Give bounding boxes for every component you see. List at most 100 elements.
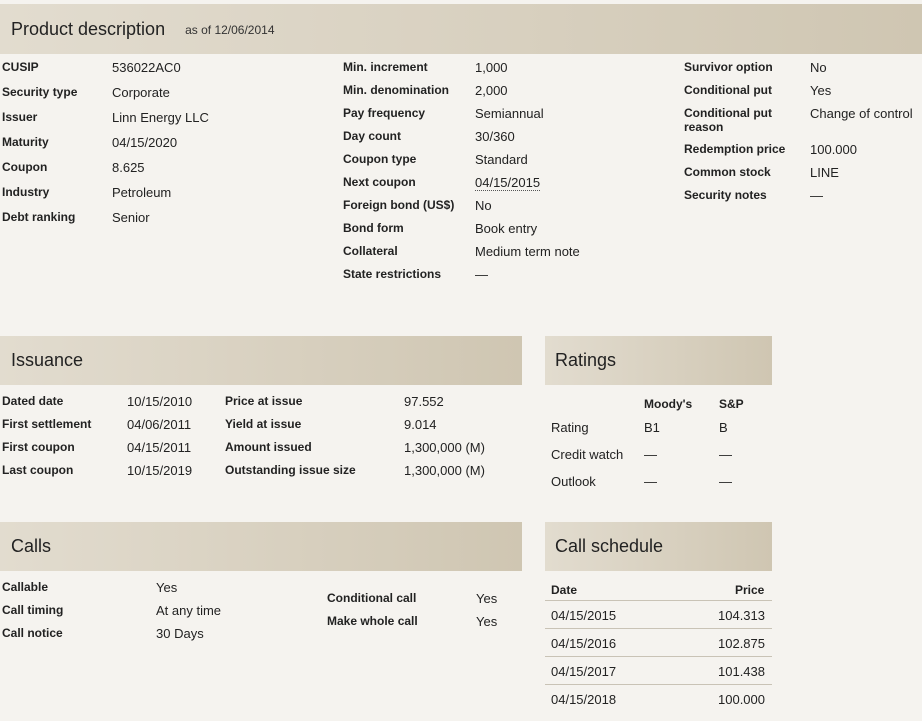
min-denomination-label: Min. denomination <box>343 83 449 97</box>
maturity-value: 04/15/2020 <box>112 135 178 150</box>
schedule-row-divider <box>545 656 772 657</box>
last-coupon-value: 10/15/2019 <box>127 463 193 478</box>
common-stock-value: LINE <box>810 165 839 180</box>
common-stock-label: Common stock <box>684 165 771 179</box>
conditional-put-value: Yes <box>810 83 832 98</box>
foreign-bond-value: No <box>475 198 492 213</box>
outstanding-issue-size-value: 1,300,000 (M) <box>404 463 485 478</box>
foreign-bond-label: Foreign bond (US$) <box>343 198 455 212</box>
coupon-type-value: Standard <box>475 152 528 167</box>
survivor-option-label: Survivor option <box>684 60 773 74</box>
min-increment-label: Min. increment <box>343 60 428 74</box>
cusip-label: CUSIP <box>2 60 39 74</box>
coupon-label: Coupon <box>2 160 48 174</box>
credit-watch-row-label: Credit watch <box>551 447 624 462</box>
industry-label: Industry <box>2 185 50 199</box>
schedule-row-divider <box>545 600 772 601</box>
first-settlement-value: 04/06/2011 <box>127 417 192 432</box>
ratings-title: Ratings <box>555 350 617 370</box>
schedule-row-divider <box>545 684 772 685</box>
callable-value: Yes <box>156 580 178 595</box>
dated-date-value: 10/15/2010 <box>127 394 193 409</box>
day-count-value: 30/360 <box>475 129 515 144</box>
pay-frequency-value: Semiannual <box>475 106 544 121</box>
schedule-row-price: 104.313 <box>718 608 765 623</box>
sp-column-header: S&P <box>719 397 744 411</box>
dated-date-label: Dated date <box>2 394 64 408</box>
amount-issued-value: 1,300,000 (M) <box>404 440 485 455</box>
outlook-row-label: Outlook <box>551 474 596 489</box>
next-coupon-label: Next coupon <box>343 175 416 189</box>
state-restrictions-value: — <box>475 267 488 282</box>
next-coupon-link[interactable]: 04/15/2015 <box>475 175 541 191</box>
rating-moodys-value: B1 <box>644 420 660 435</box>
credit-watch-sp-value: — <box>719 447 732 462</box>
call-timing-label: Call timing <box>2 603 64 617</box>
callable-label: Callable <box>2 580 49 594</box>
conditional-put-label: Conditional put <box>684 83 772 97</box>
moodys-column-header: Moody's <box>644 397 693 411</box>
schedule-date-column-header: Date <box>551 583 578 597</box>
rating-sp-value: B <box>719 420 728 435</box>
product-description-header: Product description as of 12/06/2014 <box>0 4 922 54</box>
conditional-call-value: Yes <box>476 591 498 606</box>
yield-at-issue-value: 9.014 <box>404 417 437 432</box>
call-timing-value: At any time <box>156 603 222 618</box>
ratings-header: Ratings <box>545 336 772 385</box>
schedule-row-price: 102.875 <box>718 636 765 651</box>
first-coupon-value: 04/15/2011 <box>127 440 192 455</box>
outlook-sp-value: — <box>719 474 732 489</box>
last-coupon-label: Last coupon <box>2 463 74 477</box>
bond-form-label: Bond form <box>343 221 404 235</box>
call-notice-value: 30 Days <box>156 626 204 641</box>
schedule-row-divider <box>545 628 772 629</box>
security-type-label: Security type <box>2 85 78 99</box>
maturity-label: Maturity <box>2 135 49 149</box>
schedule-row-date: 04/15/2015 <box>551 608 617 623</box>
credit-watch-moodys-value: — <box>644 447 657 462</box>
call-notice-label: Call notice <box>2 626 63 640</box>
calls-title: Calls <box>11 536 52 556</box>
issuance-title: Issuance <box>11 350 84 370</box>
schedule-row-date: 04/15/2018 <box>551 692 617 707</box>
security-notes-value: — <box>810 188 823 203</box>
state-restrictions-label: State restrictions <box>343 267 442 281</box>
security-type-value: Corporate <box>112 85 170 100</box>
collateral-label: Collateral <box>343 244 398 258</box>
bond-form-value: Book entry <box>475 221 538 236</box>
schedule-row-date: 04/15/2016 <box>551 636 617 651</box>
calls-header: Calls <box>0 522 522 571</box>
industry-value: Petroleum <box>112 185 172 200</box>
coupon-type-label: Coupon type <box>343 152 417 166</box>
schedule-price-column-header: Price <box>735 583 765 597</box>
outstanding-issue-size-label: Outstanding issue size <box>225 463 356 477</box>
product-description-title: Product description <box>11 18 166 39</box>
cusip-value: 536022AC0 <box>112 60 181 75</box>
outlook-moodys-value: — <box>644 474 657 489</box>
min-denomination-value: 2,000 <box>475 83 508 98</box>
call-schedule-header: Call schedule <box>545 522 772 571</box>
collateral-value: Medium term note <box>475 244 580 259</box>
schedule-row-date: 04/15/2017 <box>551 664 617 679</box>
amount-issued-label: Amount issued <box>225 440 312 454</box>
debt-ranking-label: Debt ranking <box>2 210 76 224</box>
conditional-put-reason-label: Conditional put reason <box>684 106 772 134</box>
redemption-price-value: 100.000 <box>810 142 857 157</box>
make-whole-call-label: Make whole call <box>327 614 418 628</box>
rating-row-label: Rating <box>551 420 589 435</box>
redemption-price-label: Redemption price <box>684 142 786 156</box>
conditional-call-label: Conditional call <box>327 591 417 605</box>
coupon-value: 8.625 <box>112 160 145 175</box>
conditional-put-reason-value: Change of control <box>810 106 913 121</box>
call-schedule-title: Call schedule <box>555 536 664 556</box>
schedule-row-price: 101.438 <box>718 664 765 679</box>
price-at-issue-value: 97.552 <box>404 394 444 409</box>
make-whole-call-value: Yes <box>476 614 498 629</box>
day-count-label: Day count <box>343 129 402 143</box>
first-settlement-label: First settlement <box>2 417 92 431</box>
issuer-value: Linn Energy LLC <box>112 110 209 125</box>
min-increment-value: 1,000 <box>475 60 508 75</box>
schedule-row-price: 100.000 <box>718 692 765 707</box>
price-at-issue-label: Price at issue <box>225 394 303 408</box>
survivor-option-value: No <box>810 60 827 75</box>
